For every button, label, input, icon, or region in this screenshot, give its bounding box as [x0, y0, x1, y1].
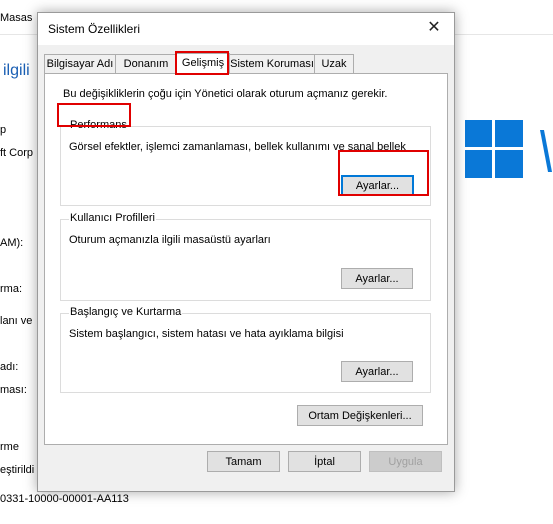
tab-hardware[interactable]: Donanım	[115, 54, 177, 73]
performance-settings-button[interactable]: Ayarlar...	[341, 175, 414, 196]
performance-description: Görsel efektler, işlemci zamanlaması, be…	[69, 141, 406, 153]
background-text: ması:	[0, 384, 27, 396]
ok-button[interactable]: Tamam	[207, 451, 280, 472]
background-heading: ilgili	[3, 62, 30, 79]
advanced-tab-panel: Bu değişikliklerin çoğu için Yönetici ol…	[44, 73, 448, 445]
background-text: eştirildi	[0, 464, 35, 476]
background-text: ft Corp	[0, 147, 34, 159]
apply-button[interactable]: Uygula	[369, 451, 442, 472]
user-profiles-title: Kullanıcı Profilleri	[69, 212, 156, 224]
startup-recovery-title: Başlangıç ve Kurtarma	[69, 306, 183, 318]
system-properties-dialog: Sistem Özellikleri ✕ Bilgisayar Adı Dona…	[37, 12, 455, 492]
admin-note: Bu değişikliklerin çoğu için Yönetici ol…	[63, 88, 388, 100]
dialog-titlebar: Sistem Özellikleri ✕	[38, 13, 454, 45]
startup-recovery-description: Sistem başlangıcı, sistem hatası ve hata…	[69, 328, 344, 340]
startup-recovery-settings-button[interactable]: Ayarlar...	[341, 361, 413, 382]
tab-remote[interactable]: Uzak	[314, 54, 354, 73]
background-text: AM):	[0, 237, 24, 249]
background-text: lanı ve	[0, 315, 33, 327]
windows-wordmark-icon	[540, 130, 552, 172]
close-button[interactable]: ✕	[424, 18, 444, 38]
performance-group: Performans Görsel efektler, işlemci zama…	[60, 119, 431, 206]
background-text: 0331-10000-00001-AA113	[0, 493, 129, 505]
performance-title: Performans	[69, 119, 128, 131]
user-profiles-group: Kullanıcı Profilleri Oturum açmanızla il…	[60, 212, 431, 301]
background-text: adı:	[0, 361, 19, 373]
tab-system-protection[interactable]: Sistem Koruması	[229, 54, 315, 73]
user-profiles-description: Oturum açmanızla ilgili masaüstü ayarlar…	[69, 234, 271, 246]
environment-variables-button[interactable]: Ortam Değişkenleri...	[297, 405, 423, 426]
background-text: rme	[0, 441, 19, 453]
user-profiles-settings-button[interactable]: Ayarlar...	[341, 268, 413, 289]
background-text: p	[0, 124, 7, 136]
windows-logo-icon	[465, 120, 523, 178]
cancel-button[interactable]: İptal	[288, 451, 361, 472]
tab-advanced[interactable]: Gelişmiş	[176, 53, 230, 74]
tab-computer-name[interactable]: Bilgisayar Adı	[44, 54, 116, 73]
startup-recovery-group: Başlangıç ve Kurtarma Sistem başlangıcı,…	[60, 306, 431, 393]
background-text: rma:	[0, 283, 22, 295]
background-text: Masas	[0, 12, 33, 24]
close-icon: ✕	[427, 19, 441, 36]
dialog-title: Sistem Özellikleri	[48, 22, 141, 36]
